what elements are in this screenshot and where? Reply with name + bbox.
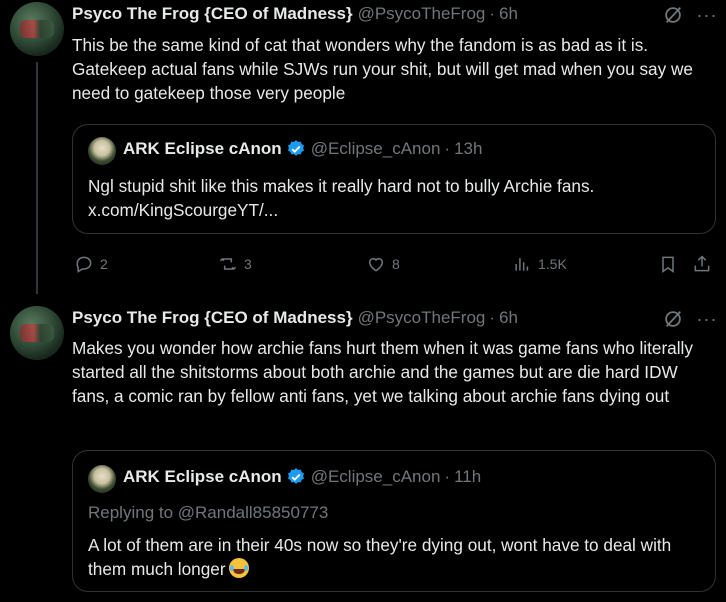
- quote-author-handle: @Eclipse_cAnon: [310, 139, 441, 158]
- quote-text-content: A lot of them are in their 40s now so th…: [88, 535, 672, 579]
- reply-button[interactable]: 2: [74, 254, 108, 274]
- tweet[interactable]: Psyco The Frog {CEO of Madness} @PsycoTh…: [0, 0, 726, 294]
- quote-author-name: ARK Eclipse cAnon: [123, 467, 282, 486]
- tweet[interactable]: Psyco The Frog {CEO of Madness} @PsycoTh…: [0, 300, 726, 602]
- repost-button[interactable]: 3: [218, 254, 252, 274]
- laughing-emoji: [228, 558, 249, 578]
- avatar[interactable]: [10, 2, 64, 56]
- replying-to[interactable]: Replying to @Randall85850773: [88, 503, 328, 523]
- quote-timestamp: 11h: [454, 467, 482, 486]
- thread-line: [36, 62, 38, 294]
- separator-dot: ·: [489, 308, 496, 327]
- like-count: 8: [392, 256, 400, 272]
- like-button[interactable]: 8: [366, 254, 400, 274]
- timestamp[interactable]: 6h: [499, 308, 518, 328]
- share-icon: [694, 255, 710, 272]
- separator-dot: ·: [444, 139, 451, 158]
- tweet-text: Makes you wonder how archie fans hurt th…: [72, 338, 693, 406]
- quote-avatar: [88, 465, 116, 493]
- tweet-text: This be the same kind of cat that wonder…: [72, 35, 693, 103]
- grok-icon[interactable]: [662, 4, 684, 26]
- views-count: 1.5K: [538, 256, 567, 272]
- repost-icon: [219, 257, 237, 271]
- quote-header: ARK Eclipse cAnon @Eclipse_cAnon · 13h: [123, 139, 482, 159]
- avatar[interactable]: [10, 306, 64, 360]
- quote-text: Ngl stupid shit like this makes it reall…: [88, 176, 595, 220]
- more-icon[interactable]: ···: [696, 310, 718, 334]
- author-handle[interactable]: @PsycoTheFrog: [358, 4, 486, 24]
- timestamp[interactable]: 6h: [499, 4, 518, 24]
- separator-dot: ·: [489, 4, 496, 23]
- quote-timestamp: 13h: [454, 139, 483, 158]
- quoted-tweet[interactable]: ARK Eclipse cAnon @Eclipse_cAnon · 11h R…: [72, 450, 716, 592]
- reply-count: 2: [100, 256, 108, 272]
- quoted-tweet[interactable]: ARK Eclipse cAnon @Eclipse_cAnon · 13h N…: [72, 124, 716, 234]
- quote-header: ARK Eclipse cAnon @Eclipse_cAnon · 11h: [123, 467, 481, 487]
- quote-text: A lot of them are in their 40s now so th…: [88, 533, 700, 581]
- views-button[interactable]: 1.5K: [512, 254, 567, 274]
- grok-icon[interactable]: [662, 308, 684, 330]
- verified-icon: [286, 139, 306, 159]
- repost-count: 3: [244, 256, 252, 272]
- share-button[interactable]: [692, 254, 718, 274]
- bookmark-button[interactable]: [658, 254, 684, 274]
- quote-author-handle: @Eclipse_cAnon: [310, 467, 441, 486]
- views-icon: [515, 258, 529, 271]
- author-handle[interactable]: @PsycoTheFrog: [358, 308, 486, 328]
- quote-avatar: [88, 137, 116, 165]
- reply-icon: [76, 256, 92, 273]
- action-bar: 2 3 8 1.5K: [72, 254, 722, 278]
- tweet-header: Psyco The Frog {CEO of Madness} @PsycoTh…: [72, 306, 518, 330]
- bookmark-icon: [662, 256, 674, 273]
- separator-dot: ·: [444, 467, 451, 486]
- verified-icon: [286, 467, 306, 487]
- like-icon: [369, 258, 383, 272]
- tweet-header: Psyco The Frog {CEO of Madness} @PsycoTh…: [72, 2, 518, 26]
- more-icon[interactable]: ···: [696, 6, 718, 30]
- author-name[interactable]: Psyco The Frog {CEO of Madness}: [72, 308, 353, 328]
- author-name[interactable]: Psyco The Frog {CEO of Madness}: [72, 4, 353, 24]
- quote-author-name: ARK Eclipse cAnon: [123, 139, 282, 158]
